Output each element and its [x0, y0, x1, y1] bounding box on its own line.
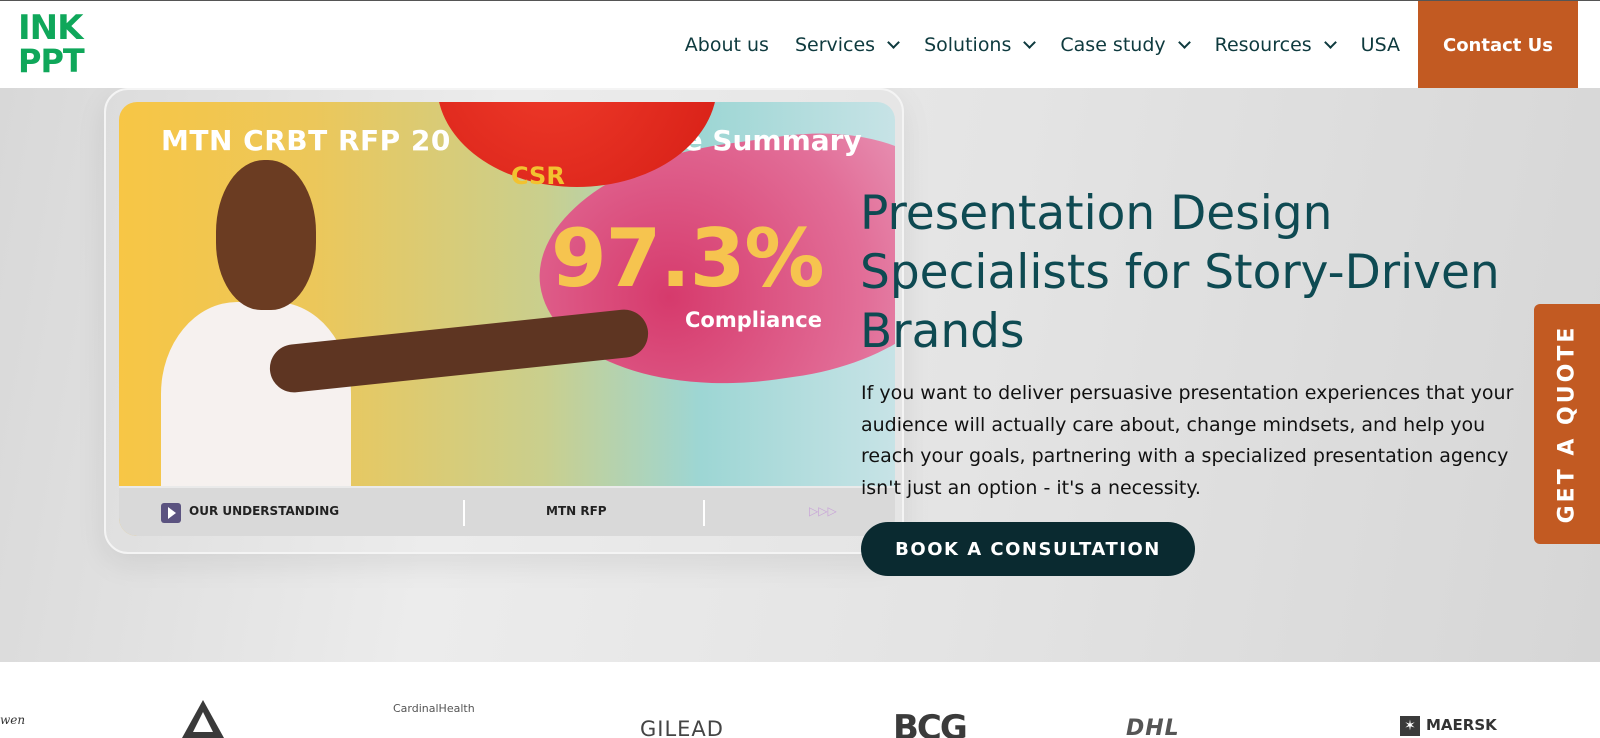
slide-footer-divider [703, 500, 705, 526]
person-pointing-arm [267, 307, 651, 395]
nav-usa[interactable]: USA [1361, 34, 1400, 56]
client-logo-gilead: GILEAD [640, 717, 724, 738]
nav-resources[interactable]: Resources [1214, 34, 1337, 56]
slide-footer-divider [463, 500, 465, 526]
slide-footer-left: OUR UNDERSTANDING [189, 504, 340, 518]
hero-section: MTN CRBT RFP 20 ce Summary CSR 97.3% Com… [0, 88, 1600, 662]
client-logo-bcg: BCG [893, 708, 968, 738]
hero-heading: Presentation Design Specialists for Stor… [860, 186, 1500, 359]
hero-description: If you want to deliver persuasive presen… [861, 382, 1514, 499]
logo-text-ink: INK [18, 8, 83, 48]
person-head [216, 160, 316, 310]
main-nav: About us Services Solutions Case study R… [659, 1, 1400, 89]
slide-footer-mid: MTN RFP [546, 504, 607, 518]
nav-solutions-label: Solutions [924, 34, 1012, 56]
nav-about-us-label: About us [684, 34, 769, 56]
slide-footer: OUR UNDERSTANDING MTN RFP ▷▷▷ [119, 486, 895, 536]
nav-usa-label: USA [1360, 34, 1400, 56]
site-header: INK PPT About us Services Solutions Case… [0, 0, 1600, 89]
nav-services[interactable]: Services [794, 34, 900, 56]
client-logo-triangle [182, 700, 224, 738]
client-logo-maersk: MAERSK [1426, 716, 1497, 734]
logo-text-ppt: PPT [18, 42, 85, 80]
client-logo-dhl: DHL [1126, 716, 1180, 738]
nav-solutions[interactable]: Solutions [924, 34, 1037, 56]
book-consultation-button[interactable]: BOOK A CONSULTATION [861, 522, 1195, 576]
chevron-down-icon [1177, 36, 1191, 49]
chevron-down-icon [1023, 36, 1037, 49]
contact-us-button[interactable]: Contact Us [1418, 1, 1578, 89]
get-a-quote-tab[interactable]: GET A QUOTE [1534, 304, 1600, 544]
client-logo-cardinal-health: CardinalHealth [393, 702, 475, 715]
chevron-down-icon [887, 36, 900, 49]
slide-title-left: MTN CRBT RFP 20 [161, 124, 451, 157]
slide-percent: 97.3% [551, 212, 825, 305]
slide-compliance-label: Compliance [685, 308, 822, 332]
inkppt-logo[interactable]: INK PPT [18, 11, 100, 81]
nav-about-us[interactable]: About us [685, 34, 769, 56]
get-a-quote-label: GET A QUOTE [1554, 324, 1580, 524]
play-icon [161, 503, 181, 523]
nav-case-study-label: Case study [1060, 34, 1166, 56]
nav-case-study[interactable]: Case study [1060, 34, 1191, 56]
client-logo-partial: wen [0, 713, 26, 727]
nav-resources-label: Resources [1214, 34, 1312, 56]
slide-csr-label: CSR [511, 162, 565, 190]
client-logos-strip: wen CardinalHealth GILEAD BCG DHL ✶ MAER… [0, 662, 1600, 738]
play-icons-decor: ▷▷▷ [809, 504, 837, 518]
chevron-down-icon [1323, 36, 1337, 49]
maersk-star-icon: ✶ [1400, 716, 1420, 736]
hero-slide-image: MTN CRBT RFP 20 ce Summary CSR 97.3% Com… [119, 102, 895, 536]
nav-services-label: Services [794, 34, 876, 56]
